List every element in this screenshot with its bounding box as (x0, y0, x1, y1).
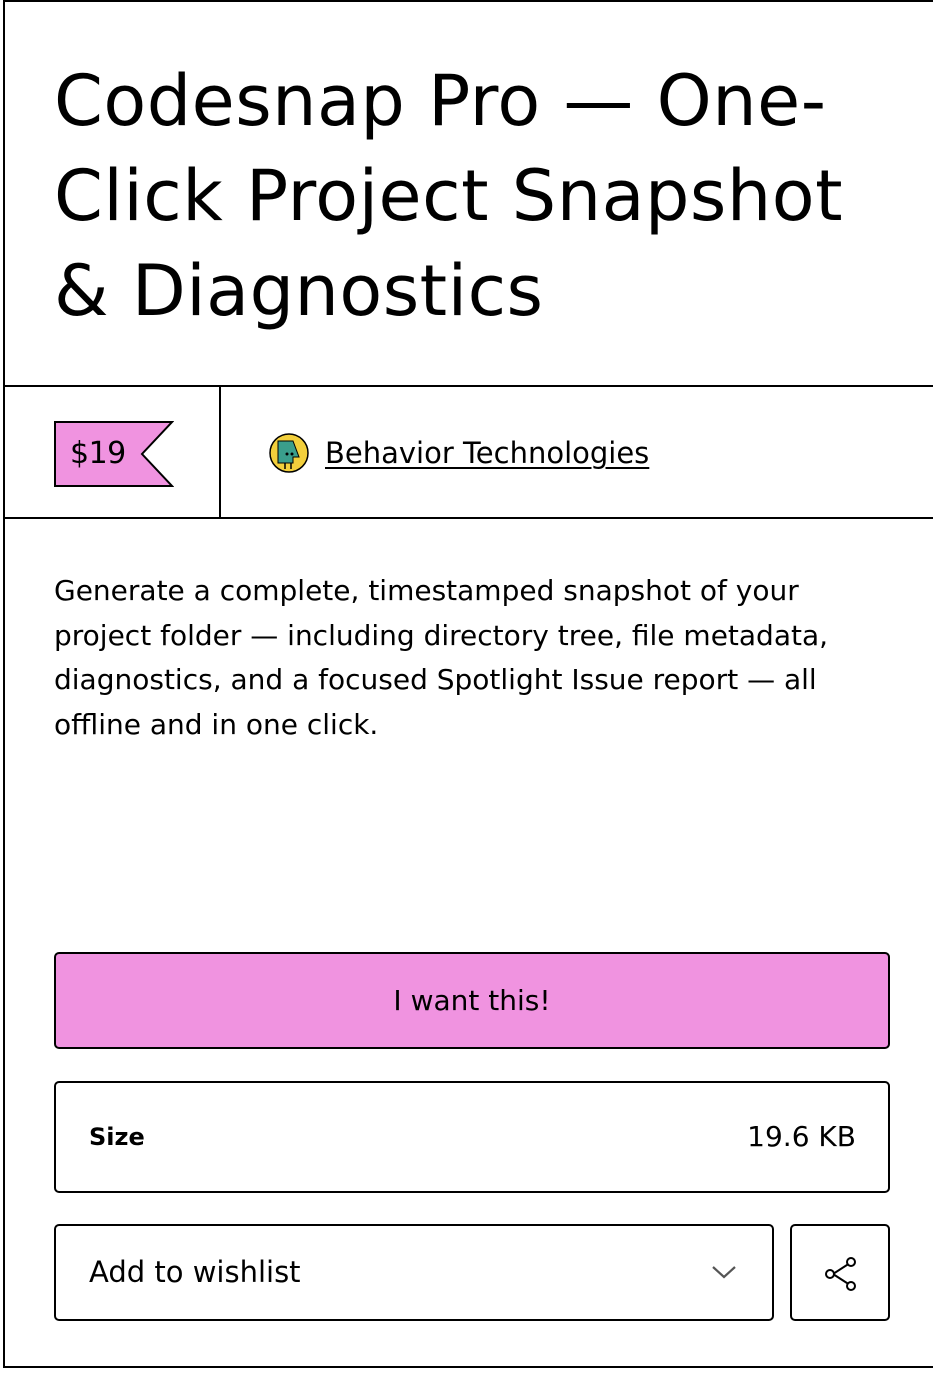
wishlist-label: Add to wishlist (89, 1255, 301, 1289)
buy-button[interactable]: I want this! (54, 952, 890, 1049)
size-label: Size (89, 1123, 145, 1151)
size-detail: Size 19.6 KB (54, 1081, 890, 1193)
product-meta-row: $19 Behavior Technologies (5, 387, 933, 519)
chevron-down-icon (712, 1266, 736, 1279)
size-value: 19.6 KB (747, 1120, 856, 1153)
title-section: Codesnap Pro — One-Click Project Snapsho… (5, 2, 933, 387)
share-icon (825, 1257, 856, 1291)
product-description: Generate a complete, timestamped snapsho… (54, 574, 829, 741)
product-card: Codesnap Pro — One-Click Project Snapsho… (3, 0, 933, 1368)
price-value: $19 (70, 436, 126, 471)
add-to-wishlist-dropdown[interactable]: Add to wishlist (54, 1224, 774, 1321)
share-button[interactable] (790, 1224, 890, 1321)
seller-name-link[interactable]: Behavior Technologies (325, 436, 649, 470)
price-tag: $19 (54, 421, 174, 487)
seller-info: Behavior Technologies (269, 431, 649, 475)
creator-avatar[interactable] (269, 433, 309, 473)
product-title: Codesnap Pro — One-Click Project Snapsho… (54, 60, 844, 332)
price-cell: $19 (5, 387, 221, 517)
